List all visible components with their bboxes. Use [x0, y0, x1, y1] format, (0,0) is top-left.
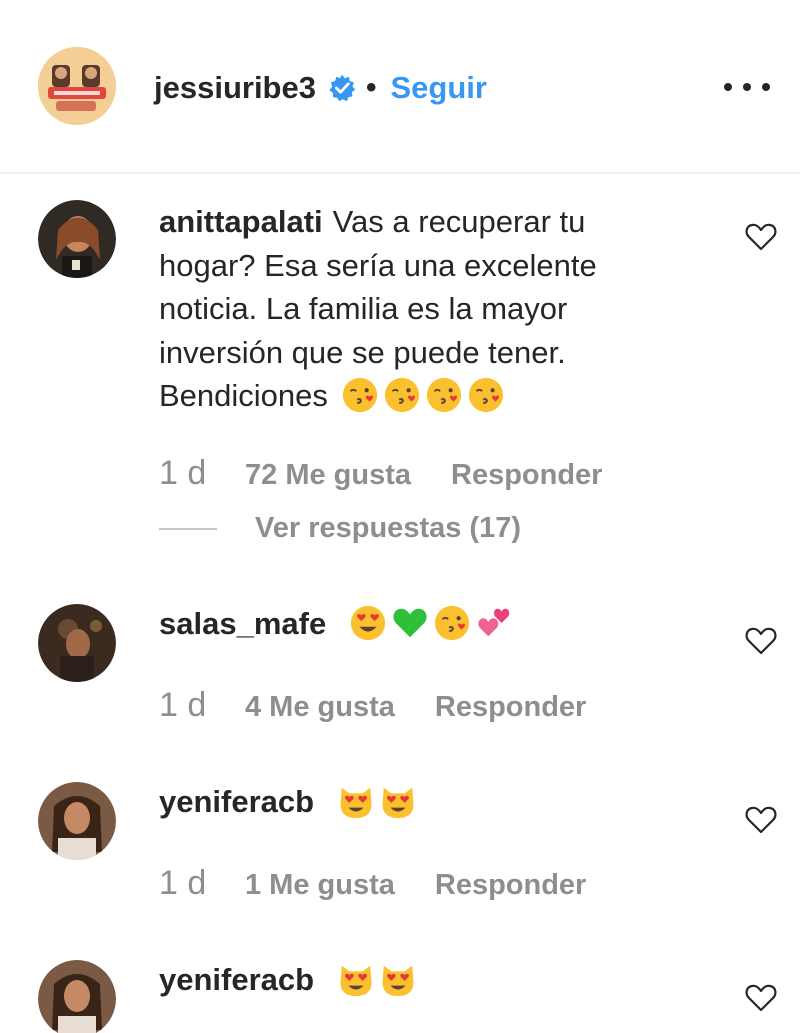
commenter-avatar[interactable]: [38, 960, 116, 1033]
comment-body: salas_mafe: [159, 602, 679, 646]
comment-meta: 1 d 1 Me gusta Responder: [159, 864, 586, 903]
kissing-heart-emoji: [468, 377, 503, 413]
reply-button[interactable]: Responder: [435, 869, 586, 902]
like-heart-icon[interactable]: [745, 626, 777, 656]
comment-username[interactable]: salas_mafe: [159, 606, 326, 641]
heart-eyes-emoji: [350, 605, 385, 641]
commenter-avatar[interactable]: [38, 604, 116, 682]
heart-eyes-cat-emoji: [382, 787, 414, 819]
reply-button[interactable]: Responder: [435, 691, 586, 724]
heart-eyes-cat-emoji: [340, 965, 372, 997]
commenter-avatar[interactable]: [38, 200, 116, 278]
post-comments-panel: jessiuribe3 • Seguir anittapalati Vas a r…: [0, 0, 800, 1033]
comment-age[interactable]: 1 d: [159, 686, 245, 725]
comment-likes[interactable]: 4 Me gusta: [245, 691, 395, 724]
replies-divider: [159, 527, 217, 530]
comment-meta: 1 d 72 Me gusta Responder: [159, 454, 602, 493]
more-options-icon[interactable]: [724, 75, 770, 99]
comment-username[interactable]: yeniferacb: [159, 962, 314, 997]
comment-body: yeniferacb: [159, 780, 679, 824]
comment-body: anittapalati Vas a recuperar tu hogar? Es…: [159, 200, 679, 418]
reply-button[interactable]: Responder: [451, 459, 602, 492]
comment-username[interactable]: yeniferacb: [159, 784, 314, 819]
kissing-heart-emoji: [426, 377, 461, 413]
comment-username[interactable]: anittapalati: [159, 204, 323, 239]
comment-likes[interactable]: 72 Me gusta: [245, 459, 411, 492]
comment-body: yeniferacb: [159, 958, 679, 1002]
heart-eyes-cat-emoji: [382, 965, 414, 997]
follow-button[interactable]: Seguir: [391, 70, 487, 106]
heart-eyes-cat-emoji: [340, 787, 372, 819]
green-heart-emoji: [393, 608, 427, 638]
comment-age[interactable]: 1 d: [159, 864, 245, 903]
kissing-heart-emoji: [384, 377, 419, 413]
commenter-avatar[interactable]: [38, 782, 116, 860]
two-hearts-emoji: [478, 608, 510, 637]
view-replies-label: Ver respuestas (17): [255, 512, 521, 544]
comment-likes[interactable]: 1 Me gusta: [245, 869, 395, 902]
comment-age[interactable]: 1 d: [159, 454, 245, 493]
view-replies-button[interactable]: Ver respuestas (17): [159, 512, 521, 545]
kissing-heart-emoji: [434, 605, 469, 641]
verified-badge-icon: [329, 74, 356, 102]
author-username[interactable]: jessiuribe3: [154, 70, 316, 106]
like-heart-icon[interactable]: [745, 983, 777, 1013]
post-header: jessiuribe3 • Seguir: [0, 0, 800, 174]
header-info: jessiuribe3 • Seguir: [154, 66, 487, 110]
like-heart-icon[interactable]: [745, 222, 777, 252]
comment-meta: 1 d 4 Me gusta Responder: [159, 686, 586, 725]
kissing-heart-emoji: [342, 377, 377, 413]
separator-dot: •: [365, 71, 377, 104]
like-heart-icon[interactable]: [745, 805, 777, 835]
author-avatar[interactable]: [38, 47, 116, 125]
